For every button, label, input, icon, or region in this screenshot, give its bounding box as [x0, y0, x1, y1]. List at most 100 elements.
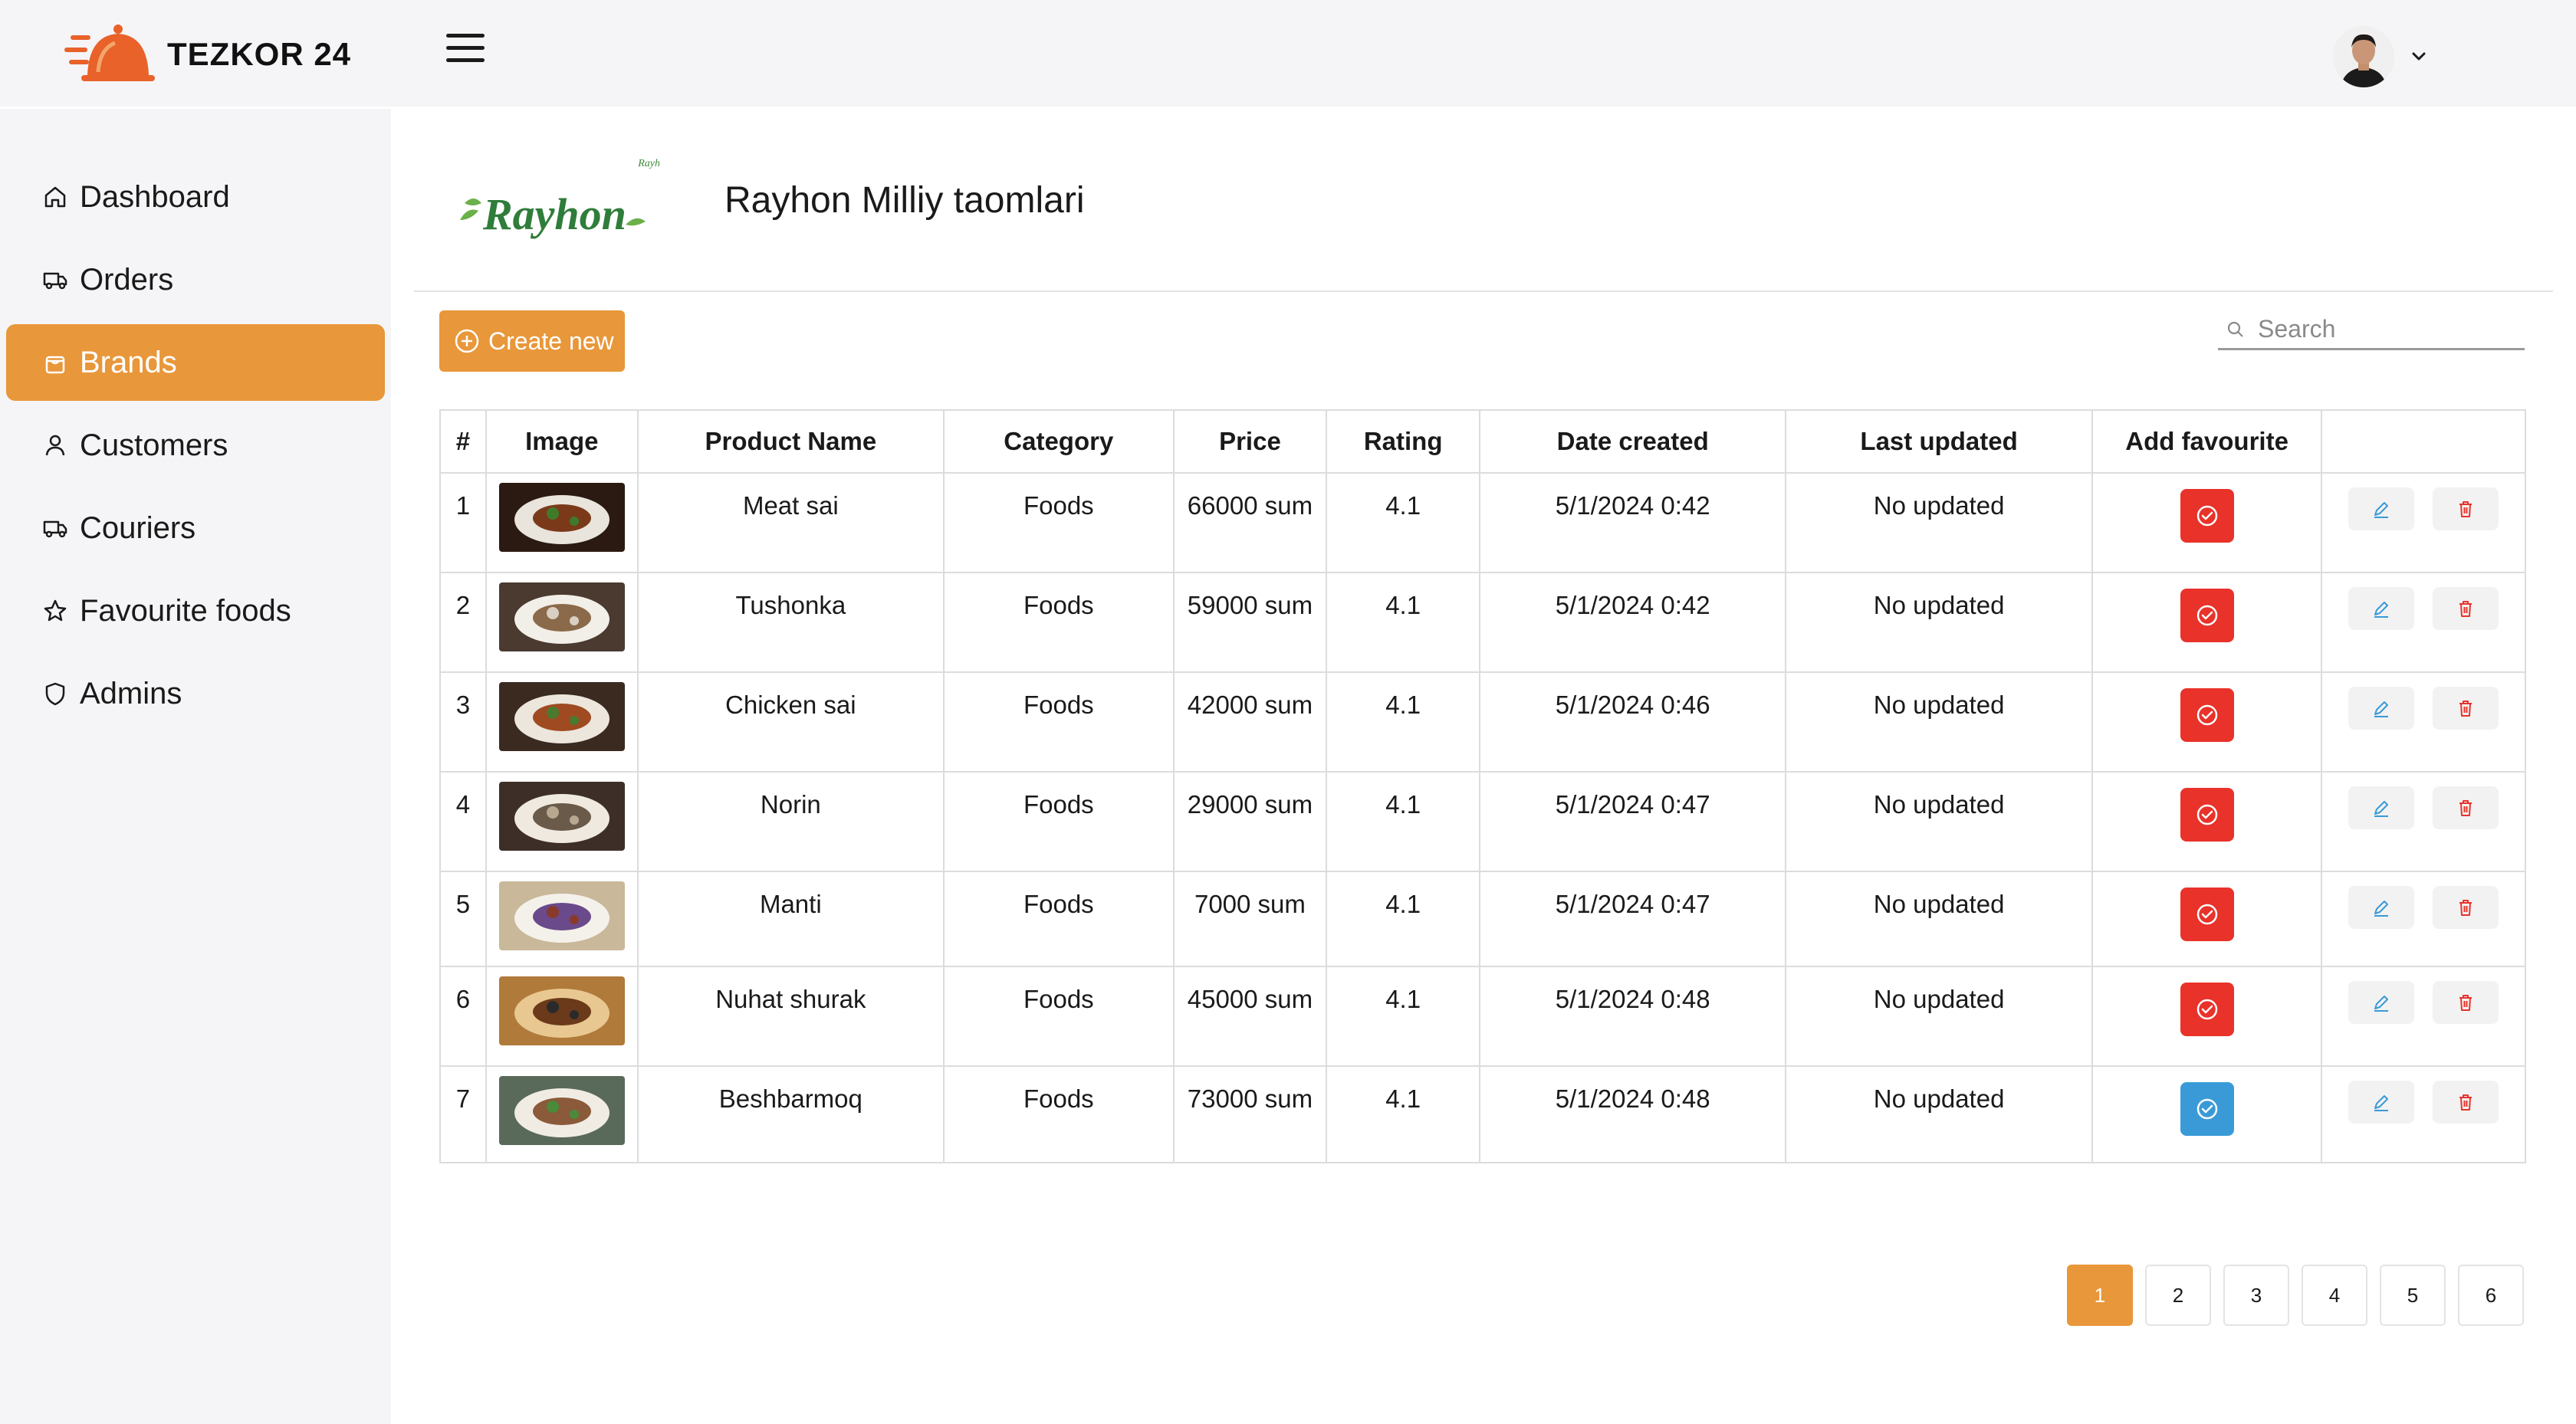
- page-button-2[interactable]: 2: [2145, 1265, 2211, 1326]
- delete-button[interactable]: [2433, 587, 2499, 630]
- edit-button[interactable]: [2348, 886, 2415, 929]
- search-input[interactable]: [2258, 315, 2518, 343]
- edit-button[interactable]: [2348, 587, 2415, 630]
- delete-button[interactable]: [2433, 687, 2499, 730]
- page-button-6[interactable]: 6: [2458, 1265, 2524, 1326]
- edit-button[interactable]: [2348, 981, 2415, 1024]
- product-price: 7000 sum: [1175, 872, 1328, 966]
- page-button-5[interactable]: 5: [2380, 1265, 2446, 1326]
- product-image-cell: [487, 573, 639, 671]
- favourite-toggle-button[interactable]: [2180, 788, 2234, 842]
- sidebar-item-favourite-foods[interactable]: Favourite foods: [6, 573, 385, 649]
- favourite-cell: [2093, 673, 2323, 771]
- edit-button[interactable]: [2348, 786, 2415, 829]
- product-rating: 4.1: [1327, 1067, 1480, 1162]
- sidebar-item-admins[interactable]: Admins: [6, 655, 385, 732]
- actions-cell: [2322, 673, 2525, 771]
- avatar-portrait-icon: [2333, 26, 2394, 87]
- user-avatar[interactable]: [2333, 26, 2394, 87]
- product-rating: 4.1: [1327, 474, 1480, 572]
- table-body: 1 Meat sai Foods 66000 sum 4.1 5/1/2024 …: [441, 474, 2525, 1162]
- trash-icon: [2459, 900, 2472, 916]
- product-price: 59000 sum: [1175, 573, 1328, 671]
- create-new-button[interactable]: Create new: [439, 310, 625, 372]
- main-content: Rayhon Rayhon Rayhon Milliy taomlari Cre…: [391, 107, 2576, 1424]
- search-box[interactable]: [2218, 310, 2525, 350]
- favourite-toggle-button[interactable]: [2180, 983, 2234, 1036]
- col-header-rating: Rating: [1327, 411, 1480, 472]
- date-created: 5/1/2024 0:42: [1480, 474, 1787, 572]
- product-thumbnail[interactable]: [498, 881, 625, 950]
- product-category: Foods: [945, 967, 1175, 1065]
- product-category: Foods: [945, 872, 1175, 966]
- product-rating: 4.1: [1327, 773, 1480, 871]
- favourite-toggle-button[interactable]: [2180, 489, 2234, 543]
- delete-button[interactable]: [2433, 886, 2499, 929]
- row-number: 4: [441, 773, 487, 871]
- delete-button[interactable]: [2433, 981, 2499, 1024]
- check-circle-icon: [2196, 505, 2217, 527]
- sidebar-item-label: Couriers: [80, 510, 196, 545]
- product-image-cell: [487, 673, 639, 771]
- chevron-down-icon[interactable]: [2407, 44, 2430, 67]
- product-thumbnail[interactable]: [498, 782, 625, 851]
- sidebar-item-label: Customers: [80, 428, 228, 462]
- page-button-1[interactable]: 1: [2067, 1265, 2133, 1326]
- sidebar-item-couriers[interactable]: Couriers: [6, 490, 385, 566]
- edit-button[interactable]: [2348, 1081, 2415, 1124]
- product-rating: 4.1: [1327, 673, 1480, 771]
- product-price: 42000 sum: [1175, 673, 1328, 771]
- trash-icon: [2459, 1094, 2472, 1111]
- actions-cell: [2322, 1067, 2525, 1162]
- product-price: 45000 sum: [1175, 967, 1328, 1065]
- edit-button[interactable]: [2348, 687, 2415, 730]
- last-updated: No updated: [1786, 773, 2093, 871]
- delete-button[interactable]: [2433, 487, 2499, 530]
- table-row: 7 Beshbarmoq Foods 73000 sum 4.1 5/1/202…: [441, 1067, 2525, 1162]
- page-button-3[interactable]: 3: [2223, 1265, 2289, 1326]
- hamburger-icon[interactable]: [446, 34, 485, 64]
- product-thumbnail[interactable]: [498, 483, 625, 552]
- date-created: 5/1/2024 0:47: [1480, 872, 1787, 966]
- row-number: 2: [441, 573, 487, 671]
- sidebar-item-customers[interactable]: Customers: [6, 407, 385, 484]
- delete-button[interactable]: [2433, 786, 2499, 829]
- products-table: # Image Product Name Category Price Rati…: [439, 409, 2526, 1163]
- last-updated: No updated: [1786, 573, 2093, 671]
- product-thumbnail[interactable]: [498, 976, 625, 1045]
- product-name: Chicken sai: [639, 673, 945, 771]
- favourite-toggle-button[interactable]: [2180, 1082, 2234, 1136]
- edit-button[interactable]: [2348, 487, 2415, 530]
- product-name: Nuhat shurak: [639, 967, 945, 1065]
- favourite-cell: [2093, 967, 2323, 1065]
- sidebar-item-dashboard[interactable]: Dashboard: [6, 159, 385, 235]
- product-thumbnail[interactable]: [498, 1076, 625, 1145]
- last-updated: No updated: [1786, 872, 2093, 966]
- col-header-product-name: Product Name: [639, 411, 945, 472]
- favourite-toggle-button[interactable]: [2180, 589, 2234, 642]
- product-name: Tushonka: [639, 573, 945, 671]
- col-header-price: Price: [1175, 411, 1328, 472]
- favourite-toggle-button[interactable]: [2180, 688, 2234, 742]
- sidebar-item-brands[interactable]: Brands: [6, 324, 385, 401]
- check-circle-icon: [2196, 704, 2217, 726]
- product-price: 66000 sum: [1175, 474, 1328, 572]
- actions-cell: [2322, 872, 2525, 966]
- product-thumbnail[interactable]: [498, 582, 625, 651]
- date-created: 5/1/2024 0:48: [1480, 967, 1787, 1065]
- row-number: 7: [441, 1067, 487, 1162]
- product-image-cell: [487, 474, 639, 572]
- page-button-4[interactable]: 4: [2302, 1265, 2367, 1326]
- product-rating: 4.1: [1327, 967, 1480, 1065]
- favourite-toggle-button[interactable]: [2180, 888, 2234, 941]
- delete-button[interactable]: [2433, 1081, 2499, 1124]
- sidebar-item-label: Dashboard: [80, 179, 230, 214]
- app-logo[interactable]: TEZKOR 24: [64, 21, 351, 87]
- product-image-cell: [487, 872, 639, 966]
- product-name: Manti: [639, 872, 945, 966]
- table-row: 1 Meat sai Foods 66000 sum 4.1 5/1/2024 …: [441, 474, 2525, 573]
- product-thumbnail[interactable]: [498, 682, 625, 751]
- pencil-icon: [2374, 801, 2389, 817]
- sidebar-item-orders[interactable]: Orders: [6, 241, 385, 318]
- date-created: 5/1/2024 0:46: [1480, 673, 1787, 771]
